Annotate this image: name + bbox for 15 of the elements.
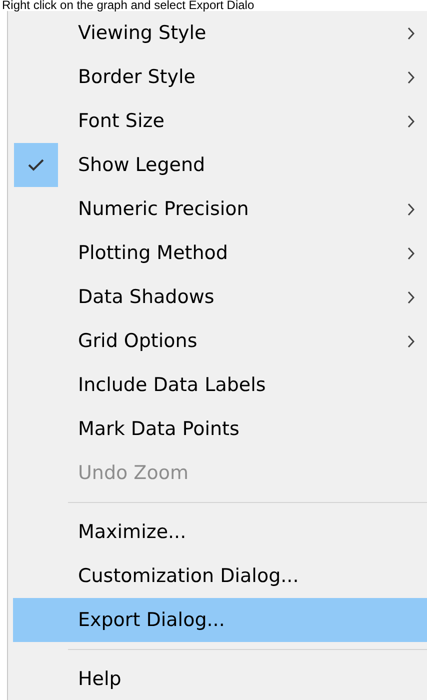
menu-item[interactable]: Maximize... [13,510,427,554]
menu-item[interactable]: Data Shadows [13,275,427,319]
menu-item[interactable]: Include Data Labels [13,363,427,407]
menu-item[interactable]: Plotting Method [13,231,427,275]
menu-item[interactable]: Help [13,657,427,700]
menu-item[interactable]: Numeric Precision [13,187,427,231]
menu-item[interactable]: Font Size [13,99,427,143]
menu-item[interactable]: Viewing Style [13,11,427,55]
menu-item[interactable]: Mark Data Points [13,407,427,451]
menu-item[interactable]: Customization Dialog... [13,554,427,598]
menu-item[interactable]: Export Dialog... [13,598,427,642]
instruction-text: Right click on the graph and select Export Dialo [1,0,256,11]
menu-item[interactable]: Show Legend [13,143,427,187]
menu-item[interactable]: Border Style [13,55,427,99]
menu-item[interactable]: Grid Options [13,319,427,363]
